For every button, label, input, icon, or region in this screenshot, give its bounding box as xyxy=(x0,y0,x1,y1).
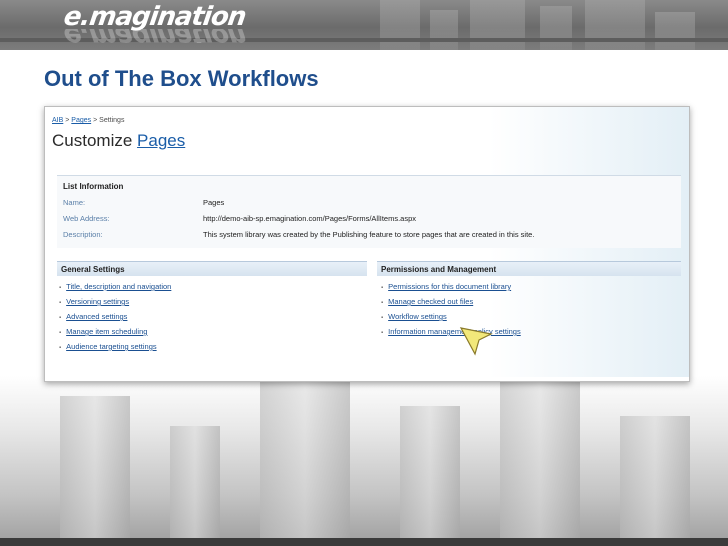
info-label: Name: xyxy=(63,198,86,207)
background-building xyxy=(60,396,130,546)
background-building xyxy=(620,416,690,546)
footer-bar xyxy=(0,538,728,546)
link-manage-checked-out-files[interactable]: Manage checked out files xyxy=(381,297,473,306)
list-information-title: List Information xyxy=(63,182,124,191)
link-advanced-settings[interactable]: Advanced settings xyxy=(59,312,127,321)
info-label: Description: xyxy=(63,230,103,239)
breadcrumb-settings: Settings xyxy=(99,117,125,124)
background-buildings xyxy=(0,376,728,546)
breadcrumb-aib[interactable]: AIB xyxy=(52,117,63,124)
background-building xyxy=(500,376,580,546)
link-workflow-settings[interactable]: Workflow settings xyxy=(381,312,447,321)
header-building xyxy=(380,0,420,50)
header-building xyxy=(585,0,645,50)
info-value: Pages xyxy=(203,198,225,207)
background-building xyxy=(260,381,350,546)
arrow-cursor-icon xyxy=(459,327,493,356)
list-information-panel: List Information Name: Pages Web Address… xyxy=(57,175,681,248)
background-building xyxy=(170,426,220,546)
info-value: This system library was created by the P… xyxy=(203,230,535,239)
logo-reflection: e.magination xyxy=(63,29,246,43)
general-settings-header: General Settings xyxy=(57,261,367,276)
info-value: http://demo-aib-sp.emagination.com/Pages… xyxy=(203,214,417,223)
link-versioning-settings[interactable]: Versioning settings xyxy=(59,297,129,306)
link-title-description-navigation[interactable]: Title, description and navigation xyxy=(59,282,171,291)
breadcrumb-pages[interactable]: Pages xyxy=(71,117,91,124)
permissions-management-header: Permissions and Management xyxy=(377,261,681,276)
link-permissions-document-library[interactable]: Permissions for this document library xyxy=(381,282,511,291)
page-heading-prefix: Customize xyxy=(52,131,133,150)
header-building xyxy=(655,12,695,50)
sharepoint-screenshot: AIB > Pages > Settings Customize Pages L… xyxy=(44,106,690,382)
link-information-management-policy-settings[interactable]: Information management policy settings xyxy=(381,327,521,336)
slide-header: e.magination e.magination xyxy=(0,0,728,50)
breadcrumb-separator: > xyxy=(65,117,70,124)
page-heading: Customize Pages xyxy=(52,131,185,151)
emagination-logo: e.magination xyxy=(61,2,248,32)
header-building xyxy=(470,0,525,50)
info-label: Web Address: xyxy=(63,214,110,223)
slide-title: Out of The Box Workflows xyxy=(44,66,319,91)
link-manage-item-scheduling[interactable]: Manage item scheduling xyxy=(59,327,147,336)
breadcrumb-separator: > xyxy=(93,117,98,124)
header-building xyxy=(430,10,458,50)
background-building xyxy=(400,406,460,546)
header-building xyxy=(540,6,572,50)
link-audience-targeting-settings[interactable]: Audience targeting settings xyxy=(59,342,156,351)
page-heading-link[interactable]: Pages xyxy=(137,131,185,150)
breadcrumb: AIB > Pages > Settings xyxy=(52,117,124,124)
